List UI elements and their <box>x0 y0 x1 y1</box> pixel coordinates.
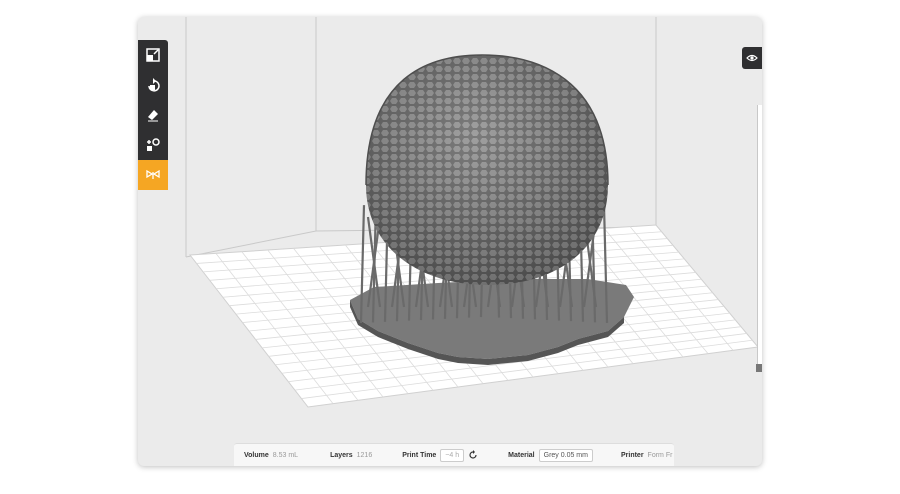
supports-tool-button[interactable] <box>138 160 168 190</box>
layout-icon <box>147 138 160 151</box>
printer-group: Printer Form Fr <box>621 452 672 459</box>
tool-sidebar <box>138 40 168 190</box>
rotate-tool-button[interactable] <box>138 70 168 100</box>
printer-label: Printer <box>620 451 644 459</box>
layer-slider-handle[interactable] <box>756 364 762 372</box>
layers-label: Layers <box>330 451 353 459</box>
status-bar: Volume 8.53 mL Layers 1216 Print Time ~4… <box>234 443 674 466</box>
volume-label: Volume <box>244 451 269 459</box>
material-select[interactable]: Grey 0.05 mm <box>538 448 593 462</box>
layer-slider-track[interactable] <box>757 105 762 367</box>
rotate-icon <box>148 78 160 92</box>
printer-select[interactable]: Form Fr <box>648 452 673 459</box>
print-time-value: ~4 h <box>440 448 465 462</box>
print-time-label: Print Time <box>402 451 437 459</box>
eraser-icon <box>148 110 158 122</box>
layout-tool-button[interactable] <box>138 130 168 160</box>
volume-value: 8.53 mL <box>272 451 299 459</box>
layers-group: Layers 1216 <box>330 452 372 459</box>
scale-icon <box>146 48 160 62</box>
refresh-icon[interactable] <box>468 450 478 460</box>
view-toggle-button[interactable] <box>742 47 762 69</box>
3d-viewport[interactable] <box>138 17 762 466</box>
eye-view-icon <box>746 54 758 62</box>
print-time-group: Print Time ~4 h <box>402 448 478 462</box>
material-group: Material Grey 0.05 mm <box>508 448 593 462</box>
eraser-tool-button[interactable] <box>138 100 168 130</box>
scale-tool-button[interactable] <box>138 40 168 70</box>
volume-group: Volume 8.53 mL <box>244 452 298 459</box>
app-window: Volume 8.53 mL Layers 1216 Print Time ~4… <box>138 17 762 466</box>
printed-model <box>350 54 634 365</box>
layers-value: 1216 <box>356 451 373 459</box>
material-label: Material <box>508 451 535 459</box>
supports-icon <box>146 169 160 179</box>
